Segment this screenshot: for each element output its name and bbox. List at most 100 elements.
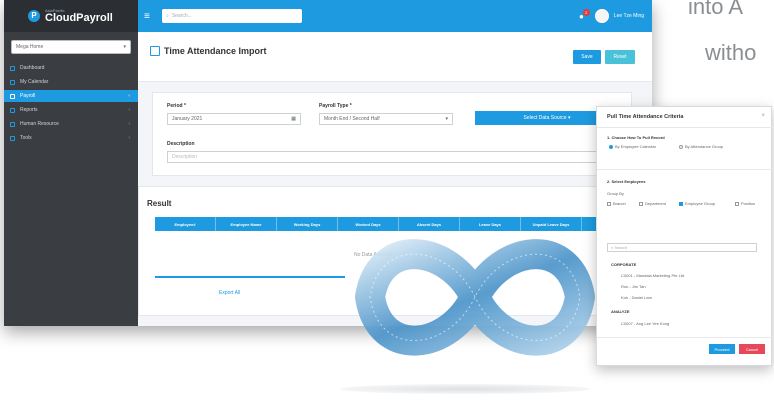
- tree-node[interactable]: Ron - Jim Tan: [621, 284, 646, 289]
- calendar-icon: ▦: [291, 116, 296, 122]
- checkbox-label: Position: [741, 201, 756, 206]
- calendar-icon: [10, 79, 15, 85]
- logo-text: CloudPayroll: [45, 11, 113, 24]
- bell-icon[interactable]: ● 2: [579, 8, 590, 21]
- cancel-button[interactable]: Cancel: [739, 344, 765, 354]
- tree-node[interactable]: C0001 - Mandala Marketing Pte Ltd: [621, 273, 684, 278]
- chevron-down-icon: ▾: [123, 44, 126, 50]
- radio-selected-icon: [609, 144, 613, 149]
- chevron-left-icon: ‹: [128, 107, 130, 113]
- checkbox-label: Department: [645, 201, 666, 206]
- page-title: Time Attendance Import: [164, 46, 267, 56]
- divider: [597, 169, 773, 170]
- sidebar-item-label: Dashboard: [20, 65, 45, 71]
- description-placeholder: Description: [172, 154, 198, 160]
- tree-node[interactable]: CORPORATE: [611, 262, 636, 267]
- pagination-bar: [155, 276, 345, 278]
- dialog-title: Pull Time Attendance Criteria: [607, 114, 684, 120]
- checkbox-icon: [607, 201, 611, 206]
- payroll-icon: [10, 93, 15, 99]
- description-input[interactable]: Description: [167, 151, 619, 163]
- chevron-left-icon: ‹: [128, 135, 130, 141]
- chevron-left-icon: ‹: [128, 121, 130, 127]
- group-by-label: Group By: [607, 191, 624, 196]
- checkbox-icon: [639, 201, 643, 206]
- column-header[interactable]: Employee Name: [216, 217, 277, 231]
- choose-method-label: 1. Choose How To Pull Record: [607, 135, 665, 140]
- search-icon: ⌕: [166, 13, 169, 19]
- avatar[interactable]: [594, 9, 609, 23]
- checkbox-checked-icon: [679, 201, 683, 206]
- logo-icon: P: [28, 10, 40, 22]
- logo[interactable]: P AsiaPacific CloudPayroll: [4, 0, 138, 32]
- sidebar-item-label: Payroll: [20, 93, 36, 99]
- radio-label: By Attendance Group: [685, 144, 724, 149]
- radio-icon: [679, 144, 683, 149]
- company-select-value: Mega Home: [16, 44, 44, 50]
- sidebar-item-label: Human Resource: [20, 121, 59, 127]
- payroll-type-value: Month End / Second Half: [324, 116, 380, 122]
- close-icon[interactable]: ×: [761, 113, 765, 119]
- sidebar-item-human-resource[interactable]: Human Resource ‹: [4, 118, 138, 130]
- notification-badge: 2: [582, 8, 590, 16]
- sidebar-item-label: Reports: [20, 107, 38, 113]
- sidebar-item-my-calendar[interactable]: My Calendar: [4, 76, 138, 88]
- checkbox-icon: [735, 201, 739, 206]
- period-label: Period *: [167, 103, 186, 109]
- column-header[interactable]: Employee#: [155, 217, 216, 231]
- description-label: Description: [167, 141, 195, 147]
- hamburger-menu-icon[interactable]: ≡: [144, 11, 154, 22]
- sidebar-item-label: Tools: [20, 135, 32, 141]
- checkbox-label: Employee Group: [685, 201, 716, 206]
- tools-icon: [10, 135, 15, 141]
- checkbox-label: Branch: [613, 201, 626, 206]
- payroll-type-label: Payroll Type *: [319, 103, 352, 109]
- reset-button[interactable]: Reset: [605, 50, 635, 64]
- dialog-search-input[interactable]: ⌕ Search: [607, 243, 757, 252]
- checkbox-position[interactable]: Position: [735, 201, 755, 206]
- tree-node[interactable]: ANALYZE: [611, 309, 630, 314]
- checkbox-branch[interactable]: Branch: [607, 201, 626, 206]
- divider: [597, 127, 773, 128]
- user-name[interactable]: Lee Tze Ming: [614, 13, 644, 19]
- document-icon: [150, 46, 160, 56]
- dashboard-icon: [10, 65, 15, 71]
- radio-by-calendar[interactable]: By Employee Calendar: [609, 144, 656, 149]
- sidebar-item-tools[interactable]: Tools ‹: [4, 132, 138, 144]
- period-field[interactable]: January 2021 ▦: [167, 113, 301, 125]
- sidebar-item-label: My Calendar: [20, 79, 49, 85]
- company-select[interactable]: Mega Home ▾: [11, 40, 131, 54]
- save-button[interactable]: Save: [573, 50, 601, 64]
- export-all-link[interactable]: Export All: [219, 290, 240, 296]
- sidebar: P AsiaPacific CloudPayroll Mega Home ▾ D…: [4, 0, 138, 326]
- tree-node[interactable]: C0007 - Ang Lee Yee Kong: [621, 321, 669, 326]
- select-employees-label: 2. Select Employees: [607, 179, 646, 184]
- sidebar-item-payroll[interactable]: Payroll ‹: [4, 90, 138, 102]
- tree-node[interactable]: Koh - Daniel Lam: [621, 295, 652, 300]
- sidebar-item-reports[interactable]: Reports ‹: [4, 104, 138, 116]
- dialog-search-placeholder: Search: [614, 245, 628, 250]
- search-placeholder: Search...: [171, 13, 192, 19]
- sidebar-item-dashboard[interactable]: Dashboard: [4, 62, 138, 74]
- checkbox-department[interactable]: Department: [639, 201, 666, 206]
- import-form-card: Period * January 2021 ▦ Payroll Type * M…: [152, 92, 632, 176]
- infinity-shadow: [340, 384, 590, 394]
- infinity-logo-graphic: [355, 239, 595, 356]
- period-value: January 2021: [172, 116, 203, 122]
- proceed-button[interactable]: Proceed: [709, 344, 735, 354]
- top-bar: ≡ ⌕ Search... ● 2 Lee Tze Ming: [138, 0, 652, 32]
- radio-by-group[interactable]: By Attendance Group: [679, 144, 723, 149]
- pull-attendance-dialog: Pull Time Attendance Criteria × 1. Choos…: [596, 106, 773, 366]
- background-text-line1: into A: [688, 0, 744, 19]
- page-header: Time Attendance Import Save Reset: [138, 32, 652, 82]
- column-header[interactable]: Working Days: [277, 217, 338, 231]
- human-resource-icon: [10, 121, 15, 127]
- divider: [597, 337, 773, 338]
- result-title: Result: [147, 199, 172, 208]
- chevron-left-icon: ‹: [128, 93, 130, 99]
- checkbox-employee-group[interactable]: Employee Group: [679, 201, 715, 206]
- search-input[interactable]: ⌕ Search...: [162, 9, 302, 23]
- payroll-type-select[interactable]: Month End / Second Half ▾: [319, 113, 453, 125]
- reports-icon: [10, 107, 15, 113]
- radio-label: By Employee Calendar: [615, 144, 656, 149]
